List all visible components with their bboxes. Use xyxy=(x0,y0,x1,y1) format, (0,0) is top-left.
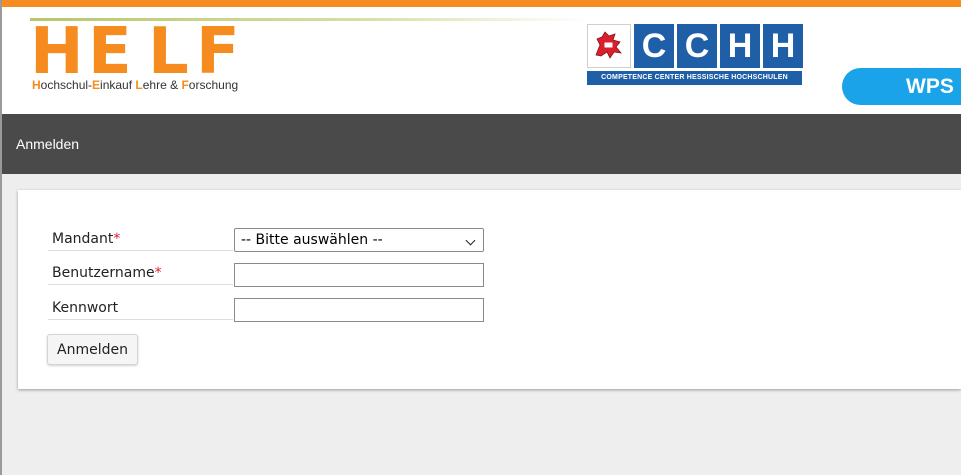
helf-letter-e: E xyxy=(88,15,132,89)
cchh-logo[interactable]: C C H H COMPETENCE CENTER HESSISCHE HOCH… xyxy=(587,24,805,88)
helf-logo-letters: H E L F xyxy=(30,15,250,89)
username-input[interactable] xyxy=(234,263,484,287)
helf-subtitle-part: ochschul- xyxy=(40,78,93,92)
helf-letter-h: H xyxy=(30,15,84,89)
password-label-text: Kennwort xyxy=(52,300,119,316)
helf-logo-subtitle: Hochschul-Einkauf Lehre & Forschung xyxy=(32,78,238,92)
nav-bar: Anmelden xyxy=(2,114,961,174)
hessen-lion-icon xyxy=(587,24,631,68)
mandant-select[interactable]: -- Bitte auswählen -- xyxy=(234,228,484,252)
password-label: Kennwort xyxy=(48,297,233,320)
cchh-letter-h1: H xyxy=(720,24,760,68)
helf-subtitle-part: ehre & xyxy=(142,78,182,92)
header-accent-bar xyxy=(2,0,961,7)
mandant-label-text: Mandant xyxy=(52,231,114,247)
helf-subtitle-part: E xyxy=(92,78,101,92)
password-input[interactable] xyxy=(234,298,484,322)
cchh-letter-c1: C xyxy=(634,24,674,68)
username-label: Benutzername* xyxy=(48,262,233,285)
helf-subtitle-part: F xyxy=(181,78,189,92)
cchh-logo-subtitle: COMPETENCE CENTER HESSISCHE HOCHSCHULEN xyxy=(587,71,802,85)
username-label-text: Benutzername xyxy=(52,265,155,281)
page-header: H E L F Hochschul-Einkauf Lehre & Forsch… xyxy=(2,0,961,114)
login-button[interactable]: Anmelden xyxy=(47,334,138,365)
mandant-selected-value: -- Bitte auswählen -- xyxy=(241,232,383,248)
nav-item-anmelden[interactable]: Anmelden xyxy=(16,114,79,174)
helf-subtitle-part: inkauf xyxy=(100,78,136,92)
cchh-letter-c2: C xyxy=(677,24,717,68)
lion-emblem-icon xyxy=(595,31,622,59)
helf-letter-l: L xyxy=(148,15,189,89)
username-required-mark: * xyxy=(154,265,162,281)
helf-subtitle-part: L xyxy=(135,78,143,92)
cchh-letter-h2: H xyxy=(763,24,803,68)
helf-subtitle-part: orschung xyxy=(188,78,239,92)
helf-subtitle-part: H xyxy=(32,78,41,92)
helf-logo[interactable]: H E L F Hochschul-Einkauf Lehre & Forsch… xyxy=(30,15,590,96)
mandant-required-mark: * xyxy=(113,231,121,247)
helf-letter-f: F xyxy=(196,15,240,89)
wps-badge[interactable]: WPS xyxy=(842,68,961,105)
login-panel: Mandant* -- Bitte auswählen -- Benutzern… xyxy=(18,190,961,389)
chevron-down-icon xyxy=(465,235,476,246)
mandant-label: Mandant* xyxy=(48,228,233,251)
